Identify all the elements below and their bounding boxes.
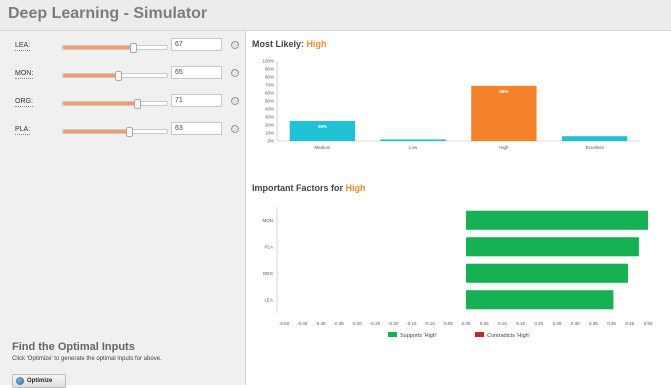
- factor-label: PLA: [264, 244, 273, 249]
- factor-bar: [466, 290, 614, 310]
- x-tick-label: 0.25: [553, 321, 562, 326]
- factor-label: ORG: [263, 271, 274, 276]
- x-tick-label: 0.30: [571, 321, 580, 326]
- x-tick-label: -0.15: [406, 321, 417, 326]
- factor-label: LEA: [264, 297, 273, 302]
- x-tick-label: 0.05: [480, 321, 489, 326]
- x-tick-label: 0.10: [498, 321, 507, 326]
- x-tick-label: -0.40: [315, 321, 326, 326]
- factors-chart: MON PLA ORG LEA -0.50 -0.45 -0.40 -0.35 -0.30 -0.…: [263, 207, 653, 339]
- x-tick-label: 0.20: [534, 321, 543, 326]
- legend-label: Contradicts 'High': [487, 333, 530, 339]
- x-tick-label: 0.35: [589, 321, 598, 326]
- x-tick-label: -0.10: [424, 321, 435, 326]
- x-tick-label: -0.30: [352, 321, 363, 326]
- x-tick-label: -0.45: [297, 321, 308, 326]
- x-tick-label: 0.40: [607, 321, 616, 326]
- x-tick-label: -0.20: [388, 321, 399, 326]
- factor-bar: [466, 210, 648, 230]
- factor-bar: [466, 263, 628, 283]
- x-tick-label: -0.50: [279, 321, 290, 326]
- x-tick-label: 0.00: [462, 321, 471, 326]
- x-tick-label: 0.45: [625, 321, 634, 326]
- legend-label: Supports 'High': [400, 333, 437, 339]
- legend-swatch: [388, 332, 397, 337]
- factor-bar: [466, 237, 639, 257]
- x-tick-label: -0.05: [443, 321, 454, 326]
- x-tick-label: 0.50: [644, 321, 653, 326]
- factor-label: MON: [263, 218, 274, 223]
- x-tick-label: -0.25: [370, 321, 381, 326]
- x-tick-label: 0.15: [516, 321, 525, 326]
- legend-swatch: [475, 332, 484, 337]
- x-tick-label: -0.35: [333, 321, 344, 326]
